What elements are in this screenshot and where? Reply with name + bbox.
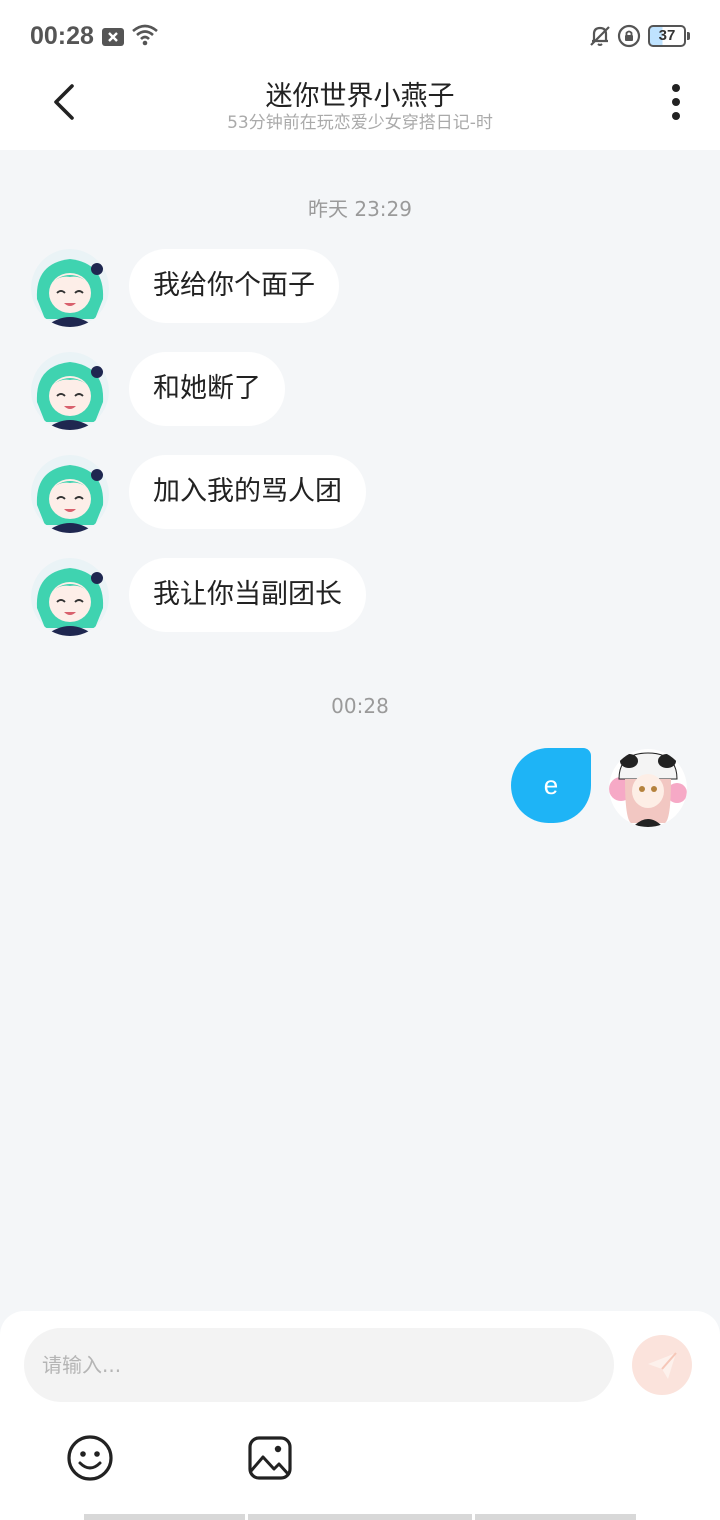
- battery-icon: 37: [648, 25, 690, 47]
- nav-bar-segment: [475, 1514, 636, 1520]
- incoming-message-bubble[interactable]: 加入我的骂人团: [129, 455, 366, 529]
- nav-bar-segment: [248, 1514, 472, 1520]
- nav-bar-segment: [84, 1514, 245, 1520]
- status-bar: 00:28 37: [0, 0, 720, 72]
- message-timestamp: 昨天 23:29: [308, 197, 412, 221]
- outgoing-message-bubble[interactable]: e: [511, 748, 591, 823]
- incoming-message-bubble[interactable]: 我让你当副团长: [129, 558, 366, 632]
- image-button[interactable]: [245, 1433, 295, 1483]
- message-input[interactable]: [24, 1328, 614, 1402]
- chat-subtitle: 53分钟前在玩恋爱少女穿搭日记-时: [227, 113, 493, 133]
- contact-avatar[interactable]: [31, 558, 109, 636]
- rotation-lock-icon: [617, 24, 641, 48]
- user-avatar[interactable]: [609, 749, 687, 827]
- chat-header: 迷你世界小燕子 53分钟前在玩恋爱少女穿搭日记-时: [0, 72, 720, 150]
- wifi-icon: [132, 24, 158, 46]
- bell-off-icon: [590, 26, 610, 46]
- message-timestamp: 00:28: [331, 694, 389, 718]
- contact-avatar[interactable]: [31, 352, 109, 430]
- paper-plane-icon: [648, 1352, 677, 1379]
- send-button[interactable]: [632, 1335, 692, 1395]
- input-panel: [0, 1311, 720, 1520]
- incoming-message-bubble[interactable]: 和她断了: [129, 352, 285, 426]
- contact-avatar[interactable]: [31, 249, 109, 327]
- emoji-button[interactable]: [65, 1433, 115, 1483]
- status-time: 00:28: [30, 22, 94, 50]
- contact-avatar[interactable]: [31, 455, 109, 533]
- incoming-message-bubble[interactable]: 我给你个面子: [129, 249, 339, 323]
- notification-x-icon: [102, 28, 124, 46]
- more-options-button[interactable]: [660, 80, 692, 124]
